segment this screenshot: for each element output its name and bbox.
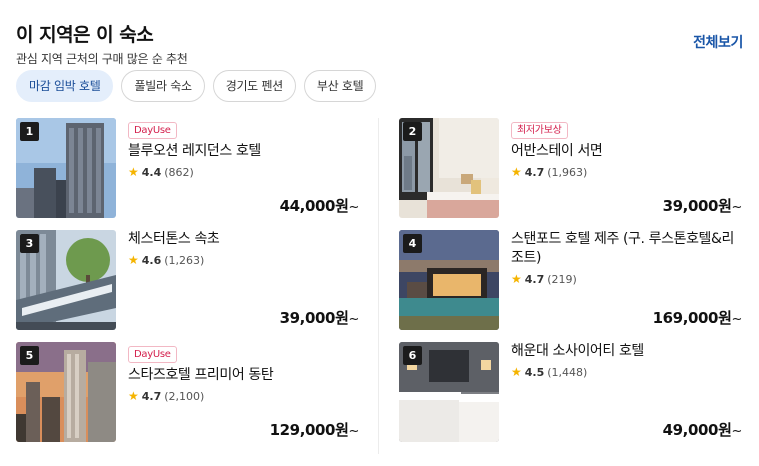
rating-score: 4.5 <box>524 365 545 379</box>
section-title: 이 지역은 이 숙소 <box>16 24 154 46</box>
hotel-name: 블루오션 레지던스 호텔 <box>128 143 261 159</box>
rank-badge: 3 <box>20 234 39 253</box>
hotel-photo: 6 <box>399 342 499 442</box>
hotel-card[interactable]: 3 체스터톤스 속초 ★ 4.6 (1,263) 39,000원~ <box>16 230 359 330</box>
hotel-card[interactable]: 1 DayUse 블루오션 레지던스 호텔 ★ 4.4 (862) 44,000… <box>16 118 359 218</box>
review-count: (1,448) <box>547 365 588 379</box>
chip-pool-villa[interactable]: 풀빌라 숙소 <box>121 70 205 102</box>
price-suffix: ~ <box>348 424 360 439</box>
price-value: 39,000원 <box>279 309 349 327</box>
hotel-rating: ★ 4.5 (1,448) <box>511 365 742 379</box>
promo-badge: 최저가보상 <box>511 122 568 139</box>
price-suffix: ~ <box>731 200 743 215</box>
price-suffix: ~ <box>348 312 360 327</box>
price-value: 44,000원 <box>279 197 349 215</box>
hotel-name: 스타즈호텔 프리미어 동탄 <box>128 367 274 383</box>
rating-score: 4.7 <box>524 165 545 179</box>
hotel-photo: 4 <box>399 230 499 330</box>
review-count: (1,263) <box>164 253 205 267</box>
hotel-rating: ★ 4.4 (862) <box>128 165 359 179</box>
hotel-price: 169,000원~ <box>652 307 743 328</box>
hotel-card[interactable]: 4 스탠포드 호텔 제주 (구. 루스톤호텔&리조트) ★ 4.7 (219) … <box>399 230 742 330</box>
rank-badge: 1 <box>20 122 39 141</box>
rank-badge: 2 <box>403 122 422 141</box>
rating-score: 4.7 <box>141 389 162 403</box>
column-divider <box>378 118 379 454</box>
rank-badge: 6 <box>403 346 422 365</box>
rating-score: 4.6 <box>141 253 162 267</box>
rank-badge: 4 <box>403 234 422 253</box>
star-icon: ★ <box>128 165 139 179</box>
hotel-photo: 3 <box>16 230 116 330</box>
promo-badge: DayUse <box>128 346 177 363</box>
hotel-name: 어반스테이 서면 <box>511 143 603 159</box>
price-value: 129,000원 <box>269 421 349 439</box>
price-suffix: ~ <box>348 200 360 215</box>
hotel-price: 49,000원~ <box>662 419 743 440</box>
rating-score: 4.4 <box>141 165 162 179</box>
hotel-price: 44,000원~ <box>279 195 360 216</box>
hotel-name: 해운대 소사이어티 호텔 <box>511 343 644 359</box>
review-count: (2,100) <box>164 389 205 403</box>
section-subtitle: 관심 지역 근처의 구매 많은 순 추천 <box>16 52 188 66</box>
hotel-photo: 5 <box>16 342 116 442</box>
hotel-name: 체스터톤스 속초 <box>128 231 220 247</box>
review-count: (219) <box>547 272 577 286</box>
hotel-name: 스탠포드 호텔 제주 (구. 루스톤호텔&리조트) <box>511 231 735 266</box>
star-icon: ★ <box>511 272 522 286</box>
star-icon: ★ <box>511 165 522 179</box>
hotel-price: 39,000원~ <box>279 307 360 328</box>
hotel-rating: ★ 4.7 (219) <box>511 272 742 286</box>
price-suffix: ~ <box>731 312 743 327</box>
star-icon: ★ <box>511 365 522 379</box>
section-header: 이 지역은 이 숙소 관심 지역 근처의 구매 많은 순 추천 전체보기 <box>16 20 743 66</box>
review-count: (1,963) <box>547 165 588 179</box>
hotel-rating: ★ 4.7 (1,963) <box>511 165 742 179</box>
rating-score: 4.7 <box>524 272 545 286</box>
rank-badge: 5 <box>20 346 39 365</box>
hotel-card[interactable]: 6 해운대 소사이어티 호텔 ★ 4.5 (1,448) 49,000원~ <box>399 342 742 442</box>
hotel-photo: 2 <box>399 118 499 218</box>
hotel-rating: ★ 4.6 (1,263) <box>128 253 359 267</box>
price-value: 169,000원 <box>652 309 732 327</box>
chip-closing-soon-hotels[interactable]: 마감 임박 호텔 <box>16 70 114 102</box>
promo-badge: DayUse <box>128 122 177 139</box>
hotel-rating: ★ 4.7 (2,100) <box>128 389 359 403</box>
hotel-card[interactable]: 5 DayUse 스타즈호텔 프리미어 동탄 ★ 4.7 (2,100) 129… <box>16 342 359 442</box>
hotel-price: 129,000원~ <box>269 419 360 440</box>
price-value: 49,000원 <box>662 421 732 439</box>
star-icon: ★ <box>128 253 139 267</box>
hotel-photo: 1 <box>16 118 116 218</box>
chip-gyeonggi-pension[interactable]: 경기도 펜션 <box>212 70 296 102</box>
review-count: (862) <box>164 165 194 179</box>
hotel-price: 39,000원~ <box>662 195 743 216</box>
price-suffix: ~ <box>731 424 743 439</box>
filter-chips: 마감 임박 호텔 풀빌라 숙소 경기도 펜션 부산 호텔 <box>16 70 377 102</box>
price-value: 39,000원 <box>662 197 732 215</box>
chip-busan-hotel[interactable]: 부산 호텔 <box>303 70 377 102</box>
hotel-card[interactable]: 2 최저가보상 어반스테이 서면 ★ 4.7 (1,963) 39,000원~ <box>399 118 742 218</box>
view-all-link[interactable]: 전체보기 <box>693 32 743 52</box>
star-icon: ★ <box>128 389 139 403</box>
